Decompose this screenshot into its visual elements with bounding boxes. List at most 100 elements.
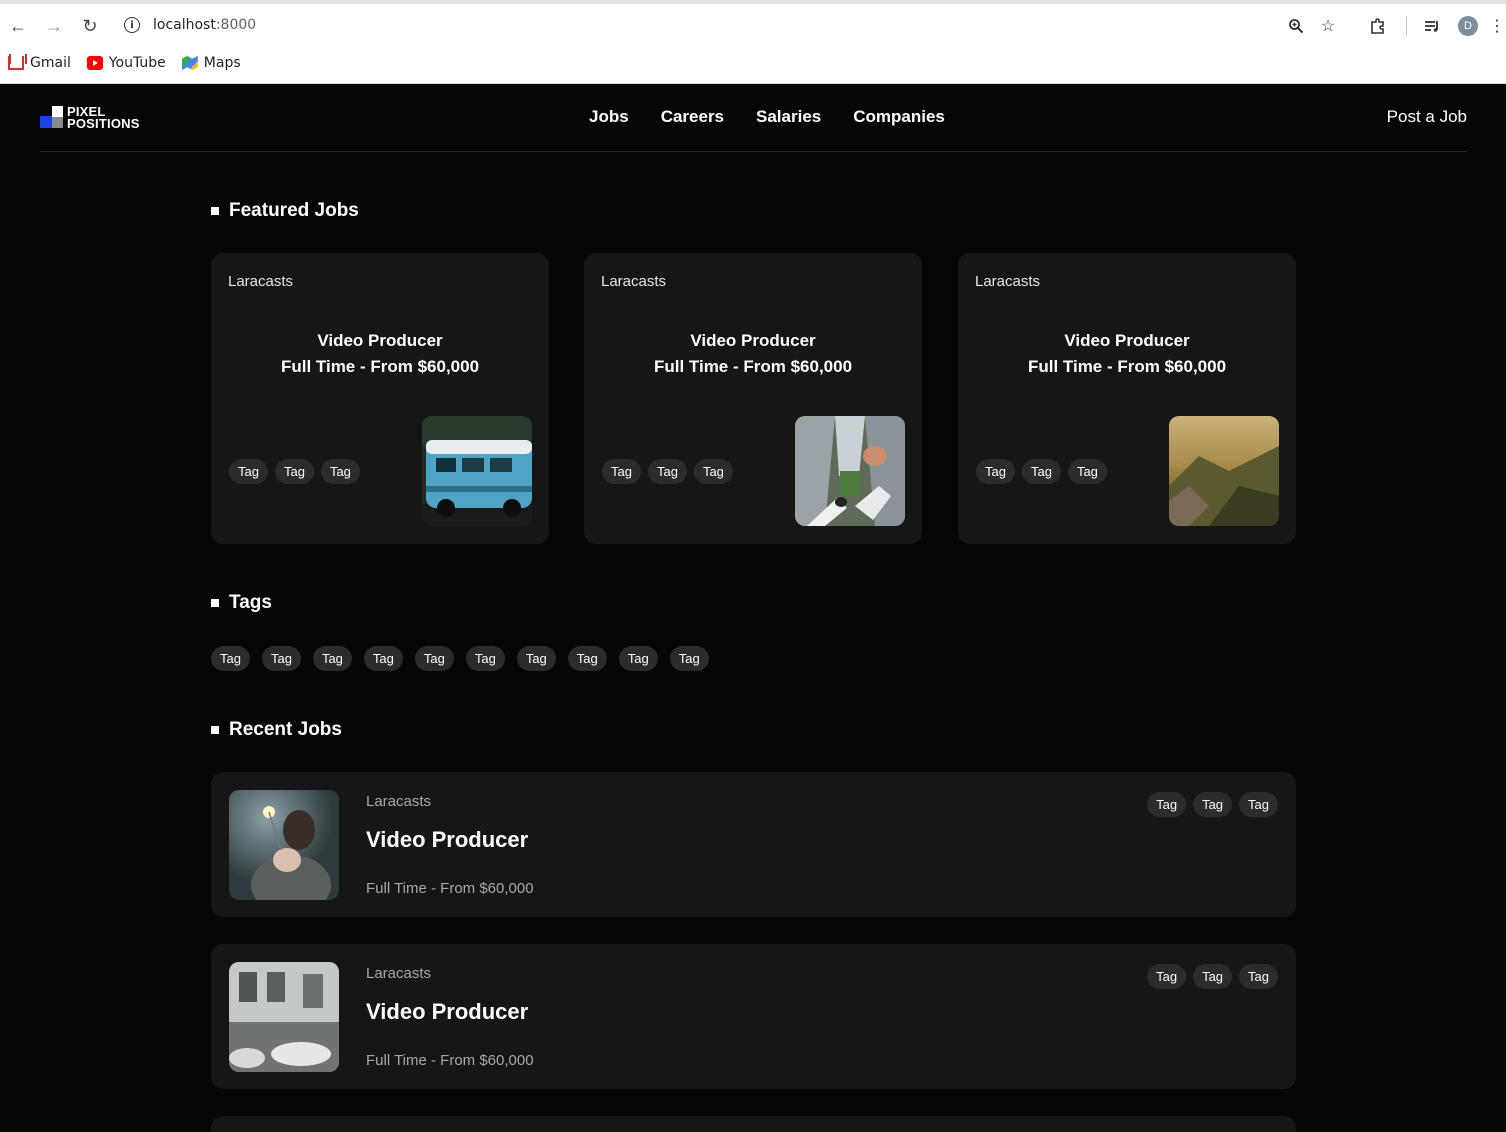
job-title[interactable]: Video Producer (211, 331, 549, 351)
recent-job-card-partial[interactable] (211, 1116, 1296, 1132)
employer-logo-image (1169, 416, 1279, 526)
zoom-icon[interactable] (1284, 14, 1308, 38)
employer-logo-image (795, 416, 905, 526)
job-tags: Tag Tag Tag (229, 459, 360, 484)
nav-jobs[interactable]: Jobs (589, 107, 629, 127)
featured-job-card[interactable]: Laracasts Video Producer Full Time - Fro… (211, 253, 549, 544)
youtube-icon (86, 56, 103, 70)
site-logo[interactable]: PIXEL POSITIONS (40, 104, 140, 131)
tag-chip[interactable]: Tag (567, 646, 607, 671)
bookmark-maps[interactable]: Maps (181, 55, 241, 71)
tag-chip[interactable]: Tag (647, 459, 687, 484)
tag-chip[interactable]: Tag (516, 646, 556, 671)
job-meta: Full Time - From $60,000 (366, 1052, 534, 1069)
toolbar-separator (1406, 16, 1407, 36)
tag-chip[interactable]: Tag (1193, 792, 1233, 817)
nav-careers[interactable]: Careers (661, 107, 724, 127)
tab-strip (0, 0, 1506, 4)
job-company: Laracasts (975, 273, 1041, 290)
gmail-icon (8, 56, 24, 70)
employer-logo-image (229, 790, 339, 900)
back-icon[interactable]: ← (6, 14, 30, 38)
tag-chip[interactable]: Tag (976, 459, 1015, 484)
recent-job-card[interactable]: Laracasts Video Producer Full Time - Fro… (211, 944, 1296, 1089)
tag-chip[interactable]: Tag (274, 459, 314, 484)
tag-chip[interactable]: Tag (363, 646, 403, 671)
tag-cloud: Tag Tag Tag Tag Tag Tag Tag Tag Tag Tag (211, 646, 709, 671)
address-bar[interactable]: i localhost:8000 (112, 9, 1352, 43)
job-company: Laracasts (366, 793, 432, 810)
job-meta: Full Time - From $60,000 (280, 357, 480, 376)
extensions-icon[interactable] (1366, 14, 1390, 38)
section-bullet-icon (211, 599, 219, 607)
tag-chip[interactable]: Tag (693, 459, 733, 484)
post-job-link[interactable]: Post a Job (1387, 107, 1467, 127)
job-tags: Tag Tag Tag (1147, 792, 1278, 817)
job-title[interactable]: Video Producer (366, 999, 528, 1025)
tag-chip[interactable]: Tag (1239, 792, 1278, 817)
url-host: localhost (153, 17, 216, 33)
job-tags: Tag Tag Tag (1147, 964, 1278, 989)
logo-text: PIXEL POSITIONS (67, 104, 140, 131)
employer-logo-image (229, 962, 339, 1072)
url-text[interactable]: localhost:8000 (153, 17, 256, 33)
tag-chip[interactable]: Tag (618, 646, 658, 671)
tag-chip[interactable]: Tag (312, 646, 352, 671)
tag-chip[interactable]: Tag (211, 646, 250, 671)
nav-companies[interactable]: Companies (853, 107, 945, 127)
tag-chip[interactable]: Tag (1193, 964, 1233, 989)
job-tags: Tag Tag Tag (602, 459, 733, 484)
job-company: Laracasts (228, 273, 294, 290)
job-company: Laracasts (601, 273, 667, 290)
site-info-icon[interactable]: i (124, 17, 140, 33)
logo-mark-icon (40, 106, 64, 130)
job-title[interactable]: Video Producer (584, 331, 922, 351)
browser-chrome: ← → ↻ i localhost:8000 ☆ D ⋮ Gmail YouTu… (0, 0, 1506, 84)
bookmark-gmail[interactable]: Gmail (8, 55, 71, 71)
job-title[interactable]: Video Producer (366, 827, 528, 853)
bookmark-star-icon[interactable]: ☆ (1316, 14, 1340, 38)
reload-icon[interactable]: ↻ (78, 14, 102, 38)
tag-chip[interactable]: Tag (320, 459, 360, 484)
url-port: :8000 (215, 17, 257, 33)
tag-chip[interactable]: Tag (1021, 459, 1061, 484)
bookmark-label: Gmail (30, 55, 71, 71)
bookmarks-bar: Gmail YouTube Maps (0, 50, 249, 76)
profile-avatar[interactable]: D (1458, 16, 1478, 36)
featured-jobs-heading: Featured Jobs (211, 200, 359, 222)
media-controls-icon[interactable] (1420, 14, 1444, 38)
tag-chip[interactable]: Tag (1239, 964, 1278, 989)
job-meta: Full Time - From $60,000 (366, 880, 534, 897)
maps-icon (181, 56, 198, 70)
main-nav: Jobs Careers Salaries Companies (589, 107, 945, 127)
recent-job-card[interactable]: Laracasts Video Producer Full Time - Fro… (211, 772, 1296, 917)
menu-dots-icon[interactable]: ⋮ (1489, 14, 1505, 38)
bookmark-youtube[interactable]: YouTube (86, 55, 166, 71)
job-title[interactable]: Video Producer (958, 331, 1296, 351)
tag-chip[interactable]: Tag (465, 646, 505, 671)
bookmark-label: Maps (203, 55, 241, 71)
featured-job-card[interactable]: Laracasts Video Producer Full Time - Fro… (584, 253, 922, 544)
tag-chip[interactable]: Tag (229, 459, 268, 484)
tag-chip[interactable]: Tag (1147, 964, 1187, 989)
tag-chip[interactable]: Tag (414, 646, 454, 671)
tag-chip[interactable]: Tag (1147, 792, 1187, 817)
job-meta: Full Time - From $60,000 (1027, 357, 1227, 376)
featured-job-card[interactable]: Laracasts Video Producer Full Time - Fro… (958, 253, 1296, 544)
tag-chip[interactable]: Tag (669, 646, 709, 671)
job-tags: Tag Tag Tag (976, 459, 1107, 484)
tag-chip[interactable]: Tag (261, 646, 301, 671)
section-bullet-icon (211, 726, 219, 734)
section-bullet-icon (211, 207, 219, 215)
recent-jobs-heading: Recent Jobs (211, 719, 342, 741)
tag-chip[interactable]: Tag (602, 459, 641, 484)
site-header: PIXEL POSITIONS Jobs Careers Salaries Com… (40, 84, 1467, 152)
nav-salaries[interactable]: Salaries (756, 107, 821, 127)
employer-logo-image (422, 416, 532, 526)
tags-heading: Tags (211, 592, 272, 614)
job-company: Laracasts (366, 965, 432, 982)
job-meta: Full Time - From $60,000 (653, 357, 853, 376)
tag-chip[interactable]: Tag (1067, 459, 1107, 484)
bookmark-label: YouTube (108, 55, 166, 71)
forward-icon[interactable]: → (42, 14, 66, 38)
